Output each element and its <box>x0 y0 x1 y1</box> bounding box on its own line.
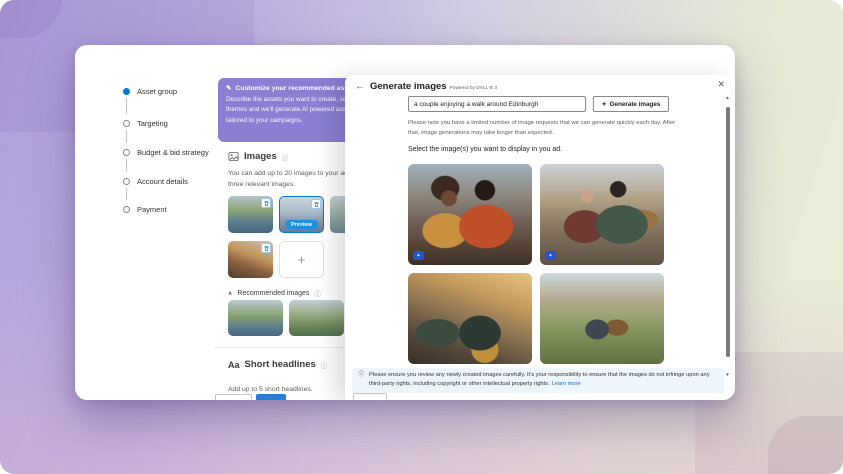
short-headlines-title: Short headlines <box>245 359 316 370</box>
image-thumbnail-selected[interactable]: Preview <box>279 196 324 233</box>
chevron-up-icon: ∧ <box>228 290 232 297</box>
review-disclaimer: ⓘ Please ensure you review any newly cre… <box>352 368 724 393</box>
preview-button[interactable]: Preview <box>285 220 318 229</box>
step-dot <box>123 149 130 156</box>
trash-icon <box>263 245 270 252</box>
stepper-item-targeting[interactable]: Targeting <box>123 118 168 128</box>
disclaimer-text: Please ensure you review any newly creat… <box>369 371 718 390</box>
images-section-title: Images <box>244 151 277 162</box>
scroll-up-icon[interactable]: ▲ <box>723 95 732 100</box>
panel-scrollbar[interactable]: ▲ ▼ <box>723 95 732 377</box>
step-dot <box>123 178 130 185</box>
step-label: Budget & bid strategy <box>137 148 209 157</box>
step-dot-active <box>123 88 130 95</box>
recommended-image-thumbnail[interactable] <box>289 300 344 336</box>
panel-button-partial[interactable] <box>353 393 387 400</box>
customize-icon: ✎ <box>226 84 231 92</box>
app-window: Asset group Targeting Budget & bid strat… <box>75 45 735 400</box>
generate-images-button[interactable]: ✦ Generate images <box>593 96 669 112</box>
disclaimer-text-body: Please ensure you review any newly creat… <box>369 372 710 387</box>
marketing-backdrop: Asset group Targeting Budget & bid strat… <box>0 0 843 474</box>
stepper-connector <box>126 98 127 114</box>
delete-image-button[interactable] <box>261 243 271 253</box>
plus-icon: + <box>298 252 306 267</box>
primary-button-partial[interactable] <box>256 394 286 400</box>
delete-image-button[interactable] <box>261 198 271 208</box>
generated-image[interactable] <box>540 273 664 364</box>
step-dot <box>123 206 130 213</box>
generate-images-button-label: Generate images <box>610 101 661 108</box>
short-headlines-header: Aa Short headlines ⓘ <box>228 359 327 370</box>
secondary-button-partial[interactable] <box>215 394 252 400</box>
select-images-label: Select the image(s) you want to display … <box>408 146 562 153</box>
quota-note: Please note you have a limited number of… <box>408 118 678 139</box>
info-icon[interactable]: ⓘ <box>314 288 321 298</box>
image-thumbnail[interactable] <box>228 196 273 233</box>
banner-title: Customize your recommended assets <box>235 85 357 92</box>
recommended-image-thumbnail[interactable] <box>228 300 283 336</box>
stepper-item-asset-group[interactable]: Asset group <box>123 86 177 96</box>
recommended-images-header[interactable]: ∧ Recommended images ⓘ <box>228 288 321 298</box>
panel-title: Generate imagesPowered by DALL·E 3 <box>370 81 497 92</box>
ai-content-badge: ✦ <box>413 251 424 260</box>
generate-images-panel: ← Generate imagesPowered by DALL·E 3 ✕ ✦… <box>345 75 735 400</box>
step-label: Payment <box>137 205 167 214</box>
info-icon[interactable]: ⓘ <box>282 152 289 162</box>
delete-image-button[interactable] <box>311 199 321 209</box>
step-label: Asset group <box>137 87 177 96</box>
learn-more-link[interactable]: Learn more <box>552 381 581 387</box>
scroll-down-icon[interactable]: ▼ <box>723 372 732 377</box>
back-arrow-icon[interactable]: ← <box>355 82 365 92</box>
ai-content-badge: ✦ <box>545 251 556 260</box>
scrollbar-thumb[interactable] <box>726 107 730 357</box>
stepper-connector <box>126 130 127 143</box>
images-section-header: Images ⓘ <box>228 151 288 162</box>
powered-by-label: Powered by DALL·E 3 <box>450 86 497 91</box>
image-icon <box>228 151 239 162</box>
stepper-connector <box>126 188 127 200</box>
stepper-item-budget-bid-strategy[interactable]: Budget & bid strategy <box>123 147 209 157</box>
trash-icon <box>313 201 320 208</box>
info-icon: ⓘ <box>358 371 364 390</box>
step-label: Account details <box>137 177 188 186</box>
stepper-connector <box>126 159 127 172</box>
image-thumbnail[interactable] <box>228 241 273 278</box>
step-label: Targeting <box>137 119 168 128</box>
generated-image[interactable]: ✦ <box>540 164 664 265</box>
generated-image[interactable] <box>408 273 532 364</box>
stepper-item-account-details[interactable]: Account details <box>123 176 188 186</box>
section-divider <box>214 347 345 348</box>
add-image-button[interactable]: + <box>279 241 324 278</box>
close-icon[interactable]: ✕ <box>717 80 725 89</box>
sparkle-icon: ✦ <box>602 101 607 108</box>
generated-image[interactable]: ✦ <box>408 164 532 265</box>
stepper-item-payment[interactable]: Payment <box>123 204 167 214</box>
text-icon: Aa <box>228 360 240 370</box>
trash-icon <box>263 200 270 207</box>
panel-title-text: Generate images <box>370 81 447 92</box>
info-icon[interactable]: ⓘ <box>321 360 328 370</box>
prompt-input[interactable] <box>408 96 586 112</box>
recommended-images-title: Recommended images <box>237 290 309 297</box>
prompt-row: ✦ Generate images <box>408 96 669 112</box>
step-dot <box>123 120 130 127</box>
